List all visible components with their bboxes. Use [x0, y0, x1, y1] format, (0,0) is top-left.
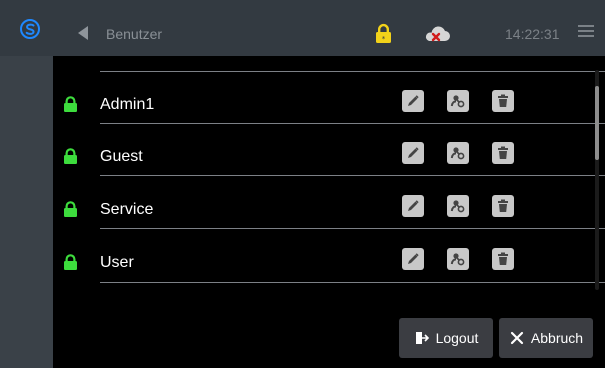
list-item[interactable]: User — [53, 244, 605, 296]
divider — [100, 282, 605, 283]
list-item[interactable]: Admin1 — [53, 86, 605, 138]
lock-icon — [63, 201, 78, 218]
cloud-disconnected-icon[interactable] — [421, 25, 451, 45]
user-name: Service — [100, 201, 154, 218]
user-key-icon — [450, 200, 465, 213]
cancel-label: Abbruch — [530, 330, 584, 346]
delete-button[interactable] — [492, 142, 514, 164]
user-name: User — [100, 254, 134, 271]
trash-icon — [498, 252, 508, 265]
permissions-button[interactable] — [447, 248, 469, 270]
delete-button[interactable] — [492, 195, 514, 217]
trash-icon — [498, 199, 508, 212]
logo-icon[interactable] — [20, 19, 40, 39]
close-icon — [510, 331, 524, 345]
delete-button[interactable] — [492, 248, 514, 270]
user-key-icon — [450, 253, 465, 266]
user-name: Admin1 — [100, 96, 155, 113]
divider — [100, 175, 605, 176]
pencil-icon — [408, 253, 419, 264]
pencil-icon — [408, 200, 419, 211]
clock: 14:22:31 — [505, 26, 560, 42]
back-arrow-icon[interactable] — [78, 26, 88, 40]
page-title: Benutzer — [106, 26, 163, 42]
list-item[interactable]: Service — [53, 191, 605, 243]
logout-icon — [415, 332, 429, 344]
edit-button[interactable] — [402, 248, 424, 270]
divider — [100, 228, 605, 229]
delete-button[interactable] — [492, 90, 514, 112]
user-key-icon — [450, 147, 465, 160]
cancel-button[interactable]: Abbruch — [499, 318, 593, 358]
user-key-icon — [450, 95, 465, 108]
logout-button[interactable]: Logout — [399, 318, 493, 358]
logout-label: Logout — [435, 330, 479, 346]
divider — [100, 123, 605, 124]
trash-icon — [498, 94, 508, 107]
pencil-icon — [408, 147, 419, 158]
user-name: Guest — [100, 148, 143, 165]
pencil-icon — [408, 95, 419, 106]
lock-icon — [63, 148, 78, 165]
permissions-button[interactable] — [447, 90, 469, 112]
scrollbar-thumb[interactable] — [595, 86, 599, 160]
edit-button[interactable] — [402, 90, 424, 112]
hamburger-menu-icon[interactable] — [578, 23, 594, 39]
lock-icon — [63, 96, 78, 113]
divider — [100, 71, 605, 72]
edit-button[interactable] — [402, 142, 424, 164]
svg-text:*: * — [382, 35, 386, 43]
lock-icon[interactable]: * — [375, 23, 392, 44]
edit-button[interactable] — [402, 195, 424, 217]
trash-icon — [498, 146, 508, 159]
list-item[interactable]: Guest — [53, 138, 605, 190]
permissions-button[interactable] — [447, 195, 469, 217]
lock-icon — [63, 254, 78, 271]
permissions-button[interactable] — [447, 142, 469, 164]
